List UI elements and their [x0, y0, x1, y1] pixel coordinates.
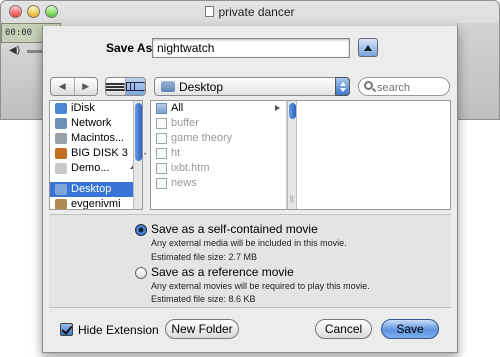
list-view-button[interactable]: [106, 78, 126, 95]
home-icon: [55, 199, 67, 209]
sidebar-item[interactable]: Macintos...: [50, 131, 142, 146]
external-disk-icon: [55, 148, 67, 159]
title-bar: private dancer: [1, 1, 499, 23]
sidebar-item-label: Demo...: [71, 162, 110, 174]
sidebar-item-label: Desktop: [71, 183, 112, 195]
self-contained-title: Save as a self-contained movie: [151, 222, 318, 236]
sidebar-item[interactable]: Network: [50, 116, 142, 131]
sidebar-item-label: evgenivmi: [71, 198, 121, 210]
list-item-label: ixbt.htm: [171, 162, 210, 174]
file-icon: [156, 133, 167, 144]
self-contained-desc: Any external media will be included in t…: [151, 238, 347, 248]
file-browser: All buffer game theory ht ixbt.htm news ||: [150, 100, 451, 210]
file-icon: [156, 118, 167, 129]
sidebar-item[interactable]: Desktop: [50, 182, 142, 197]
splitter-handle[interactable]: •: [144, 152, 146, 158]
column-scrollbar[interactable]: ||: [287, 101, 297, 209]
list-item-label: game theory: [171, 132, 233, 144]
new-folder-button[interactable]: New Folder: [165, 319, 239, 339]
file-icon: [156, 148, 167, 159]
document-icon: [205, 6, 215, 17]
disclosure-arrow-icon: [275, 105, 280, 111]
file-icon: [156, 178, 167, 189]
save-as-field[interactable]: [152, 38, 350, 58]
disk-icon: [55, 163, 67, 174]
list-item[interactable]: game theory: [151, 131, 286, 146]
column-resize-grip[interactable]: ||: [290, 196, 294, 203]
sidebar-item[interactable]: BIG DISK 3: [50, 146, 142, 161]
list-item-label: All: [171, 102, 184, 114]
sidebar-item[interactable]: iDisk: [50, 101, 142, 116]
reference-title: Save as a reference movie: [151, 265, 294, 279]
cancel-button[interactable]: Cancel: [315, 319, 372, 339]
popup-arrows-icon: [335, 77, 350, 96]
location-popup[interactable]: Desktop: [154, 77, 350, 96]
save-sheet: Save As: ◀ ▶ Desktop iDisk Network Macinto…: [42, 26, 458, 353]
sidebar-item-label: Macintos...: [71, 132, 125, 144]
search-icon: [364, 81, 373, 90]
desktop-icon: [55, 184, 67, 195]
view-mode-buttons: [105, 77, 146, 96]
self-contained-size: Estimated file size: 2.7 MB: [151, 252, 258, 262]
back-icon[interactable]: ◀: [51, 78, 75, 95]
scroll-thumb[interactable]: [135, 103, 142, 161]
hide-extension-label[interactable]: Hide Extension: [78, 323, 159, 337]
triangle-up-icon: [364, 44, 372, 51]
save-button[interactable]: Save: [381, 319, 439, 339]
sidebar: iDisk Network Macintos... BIG DISK 3 Demo...…: [49, 100, 143, 210]
hard-disk-icon: [55, 133, 67, 144]
desktop-folder-icon: [161, 81, 175, 92]
sidebar-item[interactable]: Demo...: [50, 161, 142, 176]
column-view-icon: [126, 82, 145, 91]
sidebar-scrollbar[interactable]: [133, 101, 142, 209]
sidebar-item-label: iDisk: [71, 102, 95, 114]
sidebar-item[interactable]: evgenivmi: [50, 197, 142, 210]
hide-extension-checkbox[interactable]: [60, 323, 73, 336]
column-view-button[interactable]: [126, 78, 145, 95]
file-icon: [156, 163, 167, 174]
list-item-label: buffer: [171, 117, 199, 129]
sidebar-item-label: Network: [71, 117, 112, 129]
save-options-panel: Save as a self-contained movie Any exter…: [49, 214, 451, 308]
list-item[interactable]: buffer: [151, 116, 286, 131]
list-item-label: news: [171, 177, 197, 189]
reference-radio[interactable]: [135, 267, 147, 279]
folder-icon: [156, 103, 167, 114]
reference-desc: Any external movies will be required to …: [151, 281, 370, 291]
collapse-dialog-button[interactable]: [358, 38, 378, 57]
save-as-label: Save As:: [106, 41, 157, 55]
window-right-panel: [457, 23, 499, 83]
forward-icon[interactable]: ▶: [75, 78, 98, 95]
idisk-icon: [55, 103, 67, 114]
reference-size: Estimated file size: 8.6 KB: [151, 294, 256, 304]
self-contained-radio[interactable]: [135, 224, 147, 236]
volume-icon: ◀): [9, 45, 21, 56]
sidebar-item-label: BIG DISK 3: [71, 147, 128, 159]
list-item-label: ht: [171, 147, 181, 159]
history-buttons: ◀ ▶: [50, 77, 98, 96]
window-title-text: private dancer: [218, 5, 295, 19]
list-item[interactable]: ht: [151, 146, 286, 161]
list-item[interactable]: All: [151, 101, 286, 116]
window-title: private dancer: [1, 5, 499, 19]
list-view-icon: [106, 82, 125, 91]
browser-column: All buffer game theory ht ixbt.htm news: [151, 101, 287, 209]
location-label: Desktop: [179, 80, 224, 94]
scroll-thumb[interactable]: [289, 103, 296, 119]
list-item[interactable]: ixbt.htm: [151, 161, 286, 176]
network-icon: [55, 118, 67, 129]
list-item[interactable]: news: [151, 176, 286, 191]
